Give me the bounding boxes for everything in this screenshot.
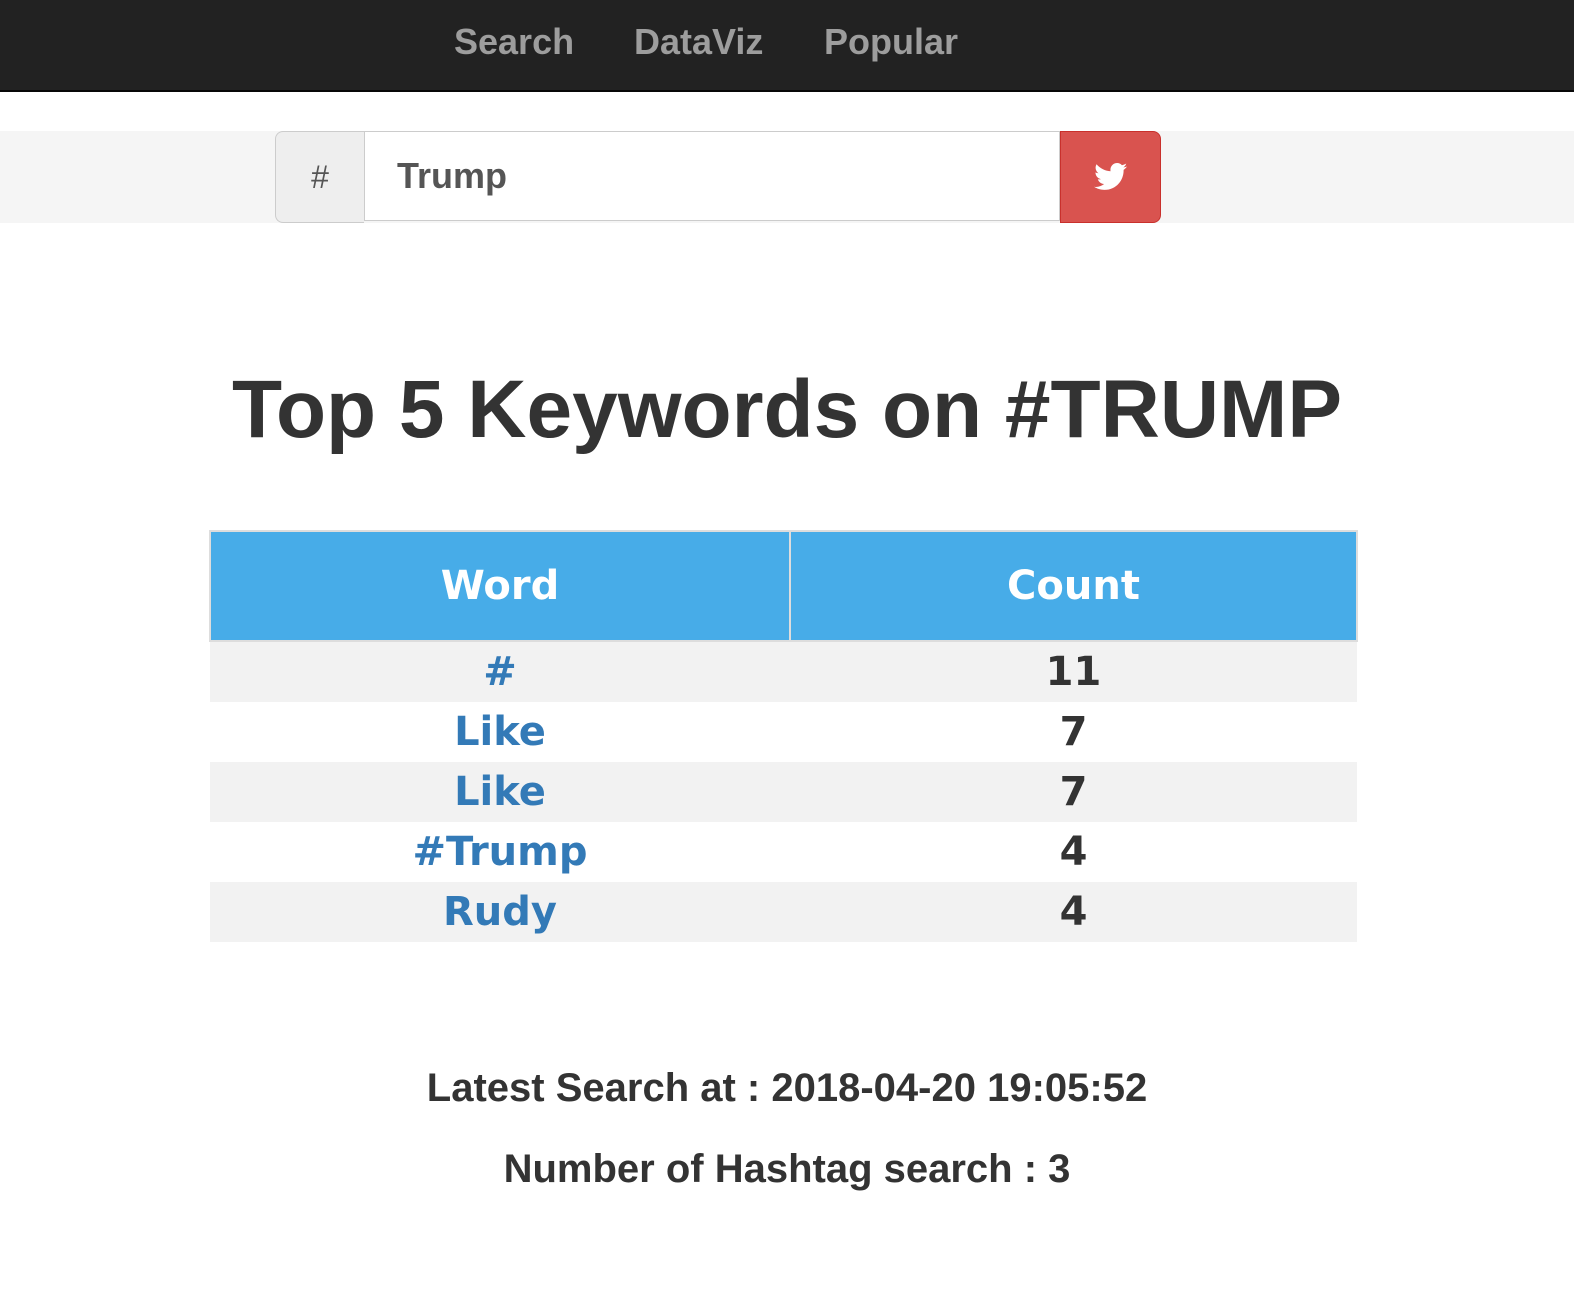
top-navbar: Search DataViz Popular <box>0 0 1574 92</box>
twitter-bird-icon <box>1093 163 1127 190</box>
count-cell: 7 <box>790 762 1357 822</box>
hashtag-search-input[interactable] <box>364 131 1060 221</box>
nav-link-popular[interactable]: Popular <box>824 20 958 64</box>
word-link[interactable]: Like <box>454 709 546 755</box>
nav-link-search[interactable]: Search <box>454 20 574 64</box>
table-row: Like 7 <box>210 702 1357 762</box>
word-cell: #Trump <box>210 822 790 882</box>
twitter-search-button[interactable] <box>1060 131 1161 223</box>
word-cell: Like <box>210 702 790 762</box>
word-link[interactable]: Like <box>454 769 546 815</box>
count-cell: 7 <box>790 702 1357 762</box>
keywords-table: Word Count # 11 Like 7 Like 7 #Trump 4 R… <box>209 530 1358 942</box>
table-header-row: Word Count <box>209 530 1358 642</box>
count-cell: 4 <box>790 822 1357 882</box>
word-link[interactable]: #Trump <box>413 829 588 875</box>
latest-search-text: Latest Search at : 2018-04-20 19:05:52 <box>426 1066 1148 1110</box>
hashtag-search-count-text: Number of Hashtag search : 3 <box>503 1147 1071 1191</box>
table-row: #Trump 4 <box>210 822 1357 882</box>
column-header-word: Word <box>209 530 791 642</box>
table-row: Rudy 4 <box>210 882 1357 942</box>
count-cell: 4 <box>790 882 1357 942</box>
word-cell: Like <box>210 762 790 822</box>
word-cell: Rudy <box>210 882 790 942</box>
word-link[interactable]: # <box>483 649 517 695</box>
hashtag-prefix-addon: # <box>275 131 364 223</box>
column-header-count: Count <box>789 530 1358 642</box>
nav-link-dataviz[interactable]: DataViz <box>634 20 763 64</box>
table-row: Like 7 <box>210 762 1357 822</box>
table-row: # 11 <box>210 641 1357 702</box>
page-title: Top 5 Keywords on #TRUMP <box>231 364 1343 455</box>
word-cell: # <box>210 641 790 702</box>
hashtag-search-group: # <box>275 131 1161 223</box>
count-cell: 11 <box>790 641 1357 702</box>
word-link[interactable]: Rudy <box>443 889 557 935</box>
